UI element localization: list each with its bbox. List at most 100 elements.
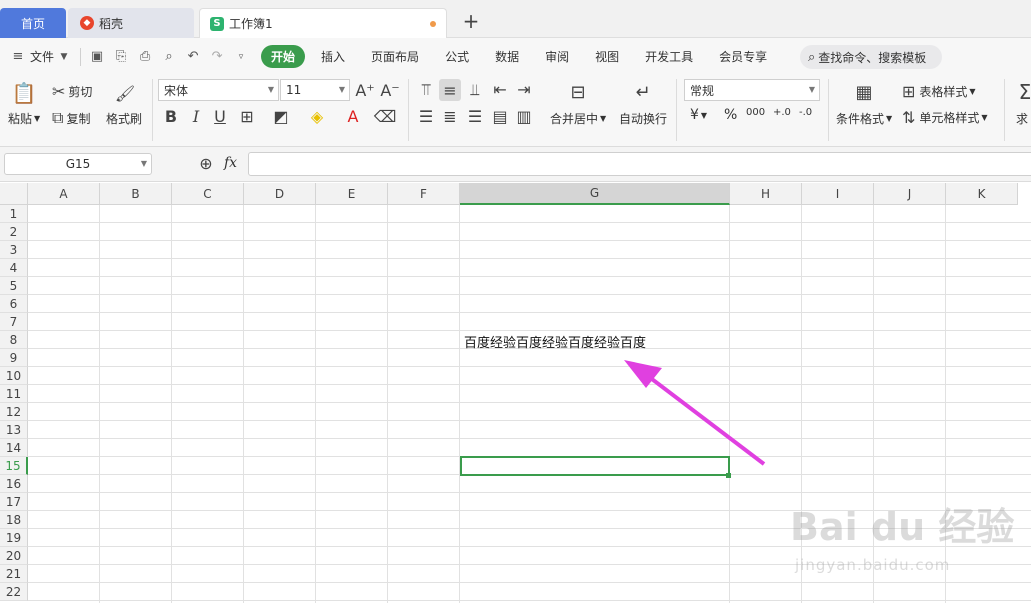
increase-indent-icon[interactable]: ⇥ xyxy=(514,80,534,99)
quick-access-more-icon[interactable]: ▿ xyxy=(233,49,249,65)
menu-view[interactable]: 视图 xyxy=(595,48,619,65)
bold-icon[interactable]: B xyxy=(163,107,179,126)
paste-button[interactable]: 粘贴 ▼ xyxy=(8,110,40,127)
chevron-down-icon: ▼ xyxy=(808,85,815,94)
sum-icon[interactable]: Σ xyxy=(1018,80,1031,104)
increase-decimal-button[interactable]: +.0 xyxy=(773,107,791,118)
number-format-value: 常规 xyxy=(690,83,715,98)
cut-label: 剪切 xyxy=(68,85,93,99)
merge-cells-icon[interactable]: ⊟ xyxy=(566,80,590,104)
wrap-text-button[interactable]: 自动换行 xyxy=(619,110,667,127)
spreadsheet-icon: S xyxy=(210,16,224,31)
font-name-select[interactable]: 宋体 ▼ xyxy=(158,79,279,101)
align-bottom-icon[interactable]: ⫫ xyxy=(465,80,485,100)
menu-formulas[interactable]: 公式 xyxy=(445,48,469,65)
document-tab-bar: 首页 ◆ 稻壳 S 工作簿1 + xyxy=(0,0,1031,38)
name-box-value: G15 xyxy=(65,157,91,171)
ribbon-divider xyxy=(152,79,153,141)
menu-member[interactable]: 会员专享 xyxy=(719,48,767,65)
fill-color-icon[interactable]: ◈ xyxy=(304,107,330,126)
conditional-format-button[interactable]: 条件格式 ▼ xyxy=(836,110,892,127)
table-style-button[interactable]: ⊞ 表格样式 ▼ xyxy=(902,82,976,101)
menu-developer[interactable]: 开发工具 xyxy=(645,48,693,65)
align-middle-icon[interactable]: ≡ xyxy=(439,79,461,101)
align-right-icon[interactable]: ☰ xyxy=(465,107,485,126)
cut-button[interactable]: ✂ 剪切 xyxy=(52,82,92,101)
chevron-down-icon: ▼ xyxy=(34,114,41,123)
align-top-icon[interactable]: ⫪ xyxy=(416,80,436,100)
number-format-select[interactable]: 常规 ▼ xyxy=(684,79,820,101)
menu-insert[interactable]: 插入 xyxy=(321,48,345,65)
conditional-format-label: 条件格式 xyxy=(836,112,885,126)
thousands-separator-button[interactable]: 000 xyxy=(746,107,765,118)
print-icon[interactable]: ⎙ xyxy=(137,49,153,65)
new-tab-button[interactable]: + xyxy=(461,9,481,33)
cell-style-button[interactable]: ⇅ 单元格样式 ▼ xyxy=(902,108,988,127)
tab-workbook[interactable]: S 工作簿1 xyxy=(199,8,447,38)
decrease-decimal-button[interactable]: -.0 xyxy=(799,107,812,118)
ribbon-toolbar: 📋 粘贴 ▼ ✂ 剪切 ⧉ 复制 🖌 格式刷 宋体 ▼ 11 ▼ A⁺ A⁻ B I U … xyxy=(0,75,1031,147)
merge-center-button[interactable]: 合并居中 ▼ xyxy=(550,110,606,127)
justify-icon[interactable]: ▤ xyxy=(490,107,510,126)
font-size-select[interactable]: 11 ▼ xyxy=(280,79,350,101)
format-painter-label: 格式刷 xyxy=(106,112,143,126)
conditional-format-icon[interactable]: ▦ xyxy=(852,80,876,104)
table-style-label: 表格样式 xyxy=(919,85,968,99)
paste-icon[interactable]: 📋 xyxy=(12,81,37,105)
wrap-text-icon[interactable]: ↵ xyxy=(631,80,655,104)
decrease-indent-icon[interactable]: ⇤ xyxy=(490,80,510,99)
formula-input[interactable] xyxy=(248,152,1031,176)
menu-data[interactable]: 数据 xyxy=(495,48,519,65)
distributed-icon[interactable]: ▥ xyxy=(514,107,534,126)
undo-icon[interactable]: ↶ xyxy=(185,49,201,65)
format-painter-button[interactable]: 格式刷 xyxy=(106,110,142,127)
worksheet-grid[interactable]: ABCDEFGHIJK 1 2 3 4 5 6 7 8 9 10 11 12 13 14 15 16 17 18 1… xyxy=(0,183,1031,603)
paste-label: 粘贴 xyxy=(8,112,33,126)
spreadsheet-app: 首页 ◆ 稻壳 S 工作簿1 + ≡ 文件 ▼ ▣ ⎘ ⎙ ⌕ ↶ ↷ ▿ 开始… xyxy=(0,0,1031,603)
font-size-value: 11 xyxy=(286,83,302,97)
increase-font-icon[interactable]: A⁺ xyxy=(355,81,374,100)
tab-home-label: 首页 xyxy=(20,16,45,31)
font-color-icon[interactable]: A xyxy=(340,107,366,126)
ribbon-divider xyxy=(828,79,829,141)
baidu-watermark: Bai du 经验 jingyan.baidu.com xyxy=(790,496,1020,586)
command-search[interactable]: ⌕ 查找命令、搜索模板 xyxy=(800,45,942,69)
sum-button[interactable]: 求 xyxy=(1016,110,1028,127)
underline-icon[interactable]: U xyxy=(212,107,228,126)
print-preview-icon[interactable]: ⌕ xyxy=(161,49,177,65)
menu-start[interactable]: 开始 xyxy=(261,45,306,68)
clear-format-icon[interactable]: ⌫ xyxy=(372,107,398,126)
menu-file[interactable]: 文件 xyxy=(30,48,54,65)
fill-style-icon[interactable]: ◩ xyxy=(268,107,294,126)
copy-button[interactable]: ⧉ 复制 xyxy=(52,108,90,128)
menu-review[interactable]: 审阅 xyxy=(545,48,569,65)
save-icon[interactable]: ▣ xyxy=(89,49,105,65)
align-left-icon[interactable]: ☰ xyxy=(416,107,436,126)
italic-icon[interactable]: I xyxy=(188,107,204,126)
chevron-down-icon[interactable]: ▼ xyxy=(56,49,72,65)
scissors-icon: ✂ xyxy=(52,82,66,101)
hamburger-menu-icon[interactable]: ≡ xyxy=(10,49,26,65)
zoom-formula-icon[interactable]: ⊕ xyxy=(197,154,215,173)
annotation-arrow-shaft xyxy=(638,368,766,466)
chevron-down-icon: ▼ xyxy=(981,113,988,122)
redo-icon[interactable]: ↷ xyxy=(209,49,225,65)
percent-button[interactable]: % xyxy=(724,107,737,123)
menu-page-layout[interactable]: 页面布局 xyxy=(371,48,419,65)
merge-center-label: 合并居中 xyxy=(550,112,599,126)
currency-button[interactable]: ¥ ▼ xyxy=(690,107,707,123)
name-box[interactable]: G15 ▼ xyxy=(4,153,152,175)
tab-home[interactable]: 首页 xyxy=(0,8,66,38)
decrease-font-icon[interactable]: A⁻ xyxy=(380,81,399,100)
currency-label: ¥ xyxy=(690,107,699,123)
search-icon: ⌕ xyxy=(808,49,816,65)
tab-daoke[interactable]: ◆ 稻壳 xyxy=(68,8,194,38)
command-search-placeholder: 查找命令、搜索模板 xyxy=(818,50,927,65)
border-icon[interactable]: ⊞ xyxy=(236,107,258,126)
export-icon[interactable]: ⎘ xyxy=(113,49,129,65)
chevron-down-icon: ▼ xyxy=(267,85,274,94)
format-painter-icon[interactable]: 🖌 xyxy=(115,81,135,105)
insert-function-button[interactable]: fx xyxy=(224,155,237,171)
watermark-url: jingyan.baidu.com xyxy=(795,556,951,574)
align-center-icon[interactable]: ≣ xyxy=(440,107,460,126)
